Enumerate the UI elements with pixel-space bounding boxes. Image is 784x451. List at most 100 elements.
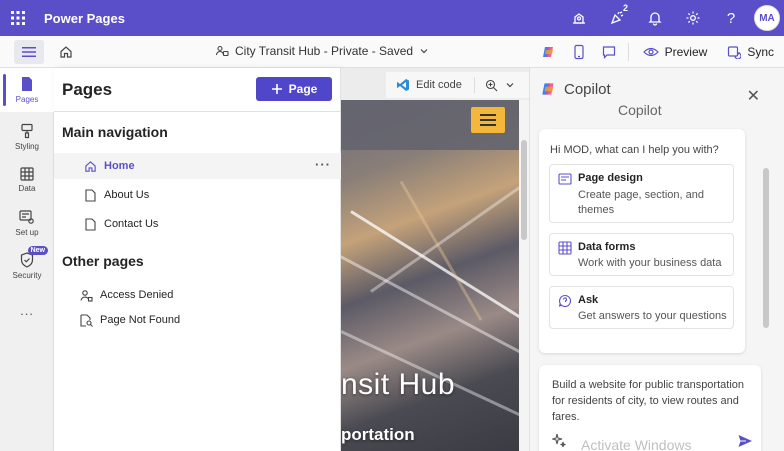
rail-item-setup[interactable]: Set up [0,201,54,245]
zoom-icon[interactable] [485,79,498,92]
plus-icon [271,84,282,94]
environment-icon[interactable] [560,0,598,36]
suggestion-title: Page design [578,172,643,184]
site-toolbar: City Transit Hub - Private - Saved Previ… [0,36,784,68]
page-item-label: Home [104,160,135,172]
layout-icon [558,173,572,185]
suggestion-title: Ask [578,294,599,306]
table-icon [20,167,34,181]
page-item-about-us[interactable]: About Us [54,182,341,208]
app-title[interactable]: Power Pages [44,11,125,26]
hero-light-trail [370,175,519,293]
hero-light-trail [341,250,519,357]
pages-panel-title: Pages [62,80,113,99]
page-item-access-denied[interactable]: Access Denied [54,282,341,308]
eye-icon [642,47,659,57]
edit-code-button[interactable]: Edit code [416,79,462,91]
bell-icon[interactable] [636,0,674,36]
page-item-contact-us[interactable]: Contact Us [54,211,341,237]
sparkle-icon[interactable] [552,433,566,447]
copilot-scrollbar[interactable] [763,168,769,328]
page-item-page-not-found[interactable]: Page Not Found [54,307,341,333]
site-menu-button[interactable] [471,107,505,133]
site-name: City Transit Hub - Private - Saved [235,44,414,58]
suggestion-description: Create page, section, and themes [578,189,704,216]
add-page-label: Page [288,82,318,96]
pages-panel: Pages Page Main navigation Home ··· Abou… [54,68,341,451]
rail-item-data[interactable]: Data [0,158,54,202]
page-item-label: Contact Us [104,218,159,230]
home-icon [82,158,98,174]
sync-button[interactable]: Sync [717,45,784,59]
comment-icon[interactable] [594,36,624,68]
setup-icon [19,209,34,224]
add-page-button[interactable]: Page [256,77,332,101]
send-icon[interactable] [737,433,753,449]
scrollbar-thumb[interactable] [521,140,527,240]
table-icon [558,241,572,255]
page-item-label: About Us [104,189,150,201]
more-options-icon[interactable]: ··· [315,157,331,172]
rail-item-label: Set up [15,227,39,237]
other-pages-heading: Other pages [62,253,144,269]
site-selector[interactable]: City Transit Hub - Private - Saved [215,44,429,58]
rail-more-button[interactable]: ... [0,288,54,332]
prompt-text: Build a website for public transportatio… [552,379,744,423]
copilot-scrolled-title: Copilot [618,102,662,118]
hero-light-trail [350,210,519,319]
hamburger-menu-button[interactable] [14,40,44,64]
new-badge: New [27,246,48,255]
hero-title: nsit Hub [341,368,456,401]
notification-badge: 2 [622,3,628,13]
page-canvas: Edit code nsit Hub portation [341,68,564,451]
page-search-icon [78,312,94,328]
paintbrush-icon [21,123,33,139]
rail-item-pages[interactable]: Pages [0,68,54,112]
hero-subtitle: portation [341,425,415,444]
suggestion-ask[interactable]: Ask Get answers to your questions [549,286,734,329]
page-icon [82,216,98,232]
chevron-down-icon [420,49,428,54]
preview-label: Preview [664,45,708,59]
chat-question-icon [558,294,572,307]
toolbar-divider [627,43,629,61]
vscode-icon[interactable] [396,78,410,92]
left-navigation-rail: Pages Styling Data Set up Security New .… [0,68,54,451]
page-icon [22,77,32,91]
activate-windows-watermark: Activate Windows [581,437,692,451]
page-item-home[interactable]: Home ··· [54,153,341,179]
copilot-logo-icon [542,83,554,95]
rail-item-styling[interactable]: Styling [0,115,54,159]
rail-item-label: Styling [14,142,39,151]
suggestion-description: Get answers to your questions [578,310,727,322]
rail-item-label: Security [12,271,42,280]
site-people-icon [215,45,229,57]
gear-icon[interactable] [674,0,712,36]
help-icon[interactable]: ? [712,0,750,36]
suggestion-page-design[interactable]: Page design Create page, section, and th… [549,164,734,223]
copilot-prompt-input[interactable]: Build a website for public transportatio… [539,365,761,451]
preview-button[interactable]: Preview [633,45,718,59]
page-icon [82,187,98,203]
copilot-message-card: Hi MOD, what can I help you with? Page d… [539,129,745,353]
rail-item-security[interactable]: Security New [0,244,54,288]
avatar[interactable]: MA [754,5,780,31]
rail-item-label: Pages [15,95,39,104]
sync-label: Sync [747,45,774,59]
close-icon[interactable]: ✕ [747,86,760,106]
copilot-greeting: Hi MOD, what can I help you with? [550,144,719,156]
rail-item-label: Data [18,184,36,193]
suggestion-description: Work with your business data [578,257,722,269]
canvas-scrollbar[interactable] [519,100,529,451]
toolbar-divider [473,77,475,93]
suggestion-data-forms[interactable]: Data forms Work with your business data [549,233,734,276]
chevron-down-icon[interactable] [505,80,515,90]
app-launcher-icon[interactable] [0,0,36,36]
whats-new-icon[interactable]: 2 [598,0,636,36]
home-icon[interactable] [55,41,77,63]
panel-divider [54,111,341,112]
mobile-view-icon[interactable] [564,36,594,68]
copilot-title: Copilot [564,80,611,98]
copilot-header: Copilot [540,80,611,98]
copilot-icon[interactable] [534,36,564,68]
